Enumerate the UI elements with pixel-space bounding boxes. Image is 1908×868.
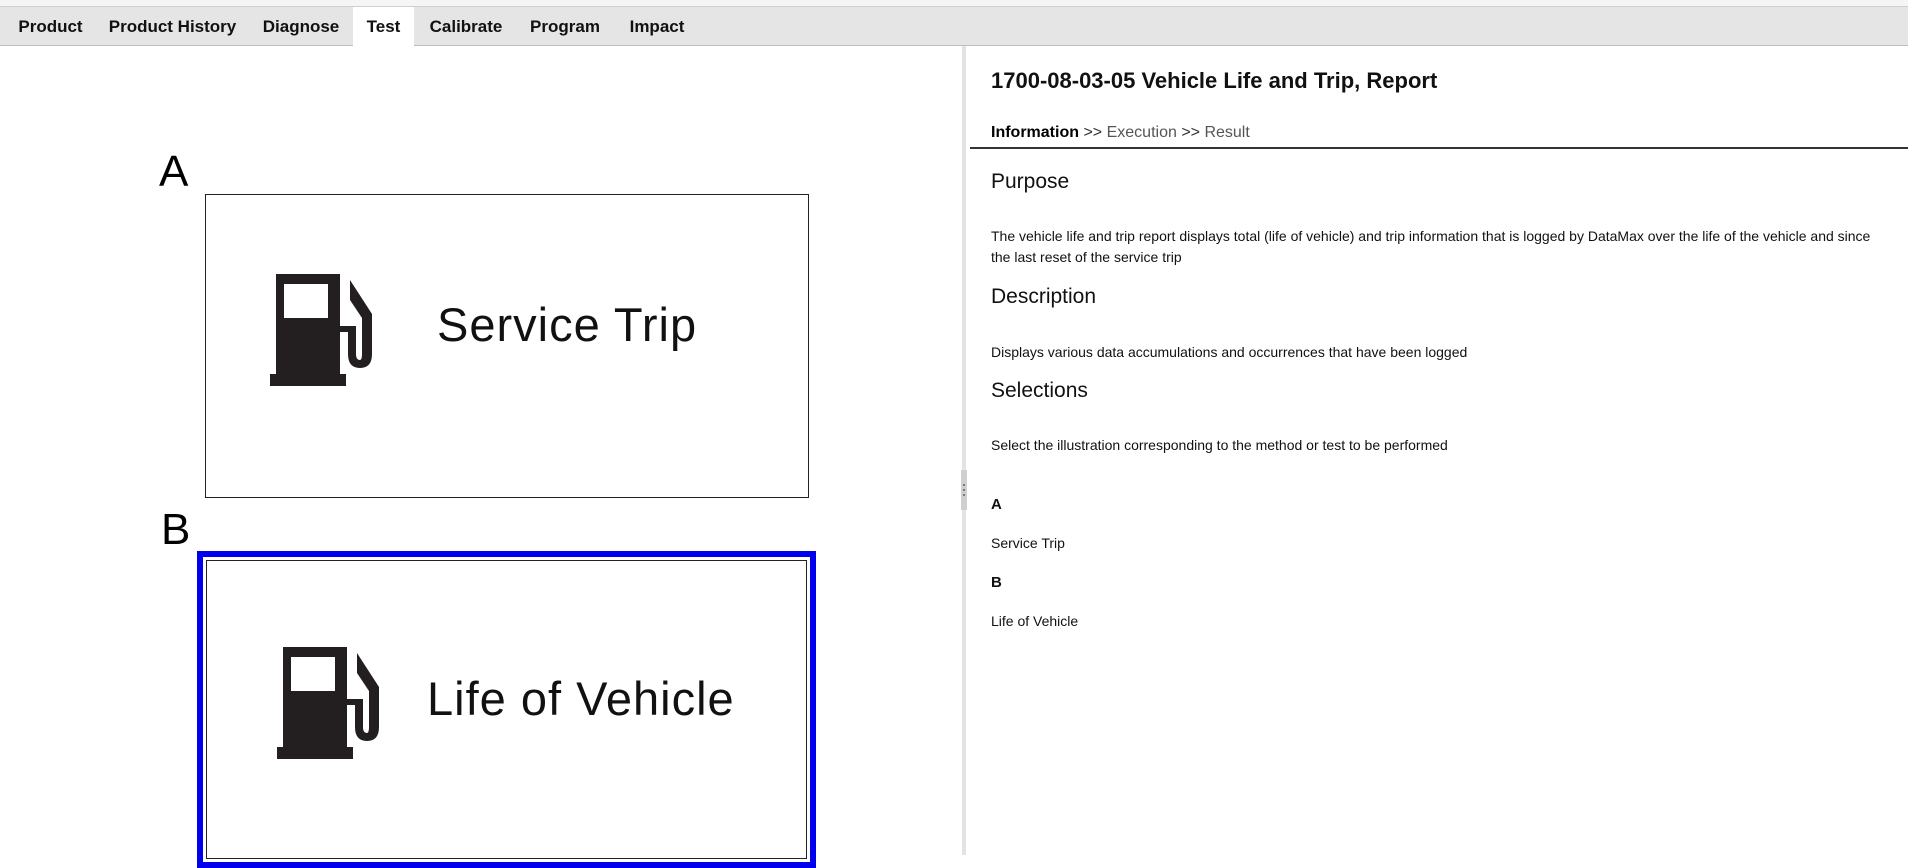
description-text: Displays various data accumulations and … [991,344,1468,360]
description-heading: Description [991,285,1097,308]
life-of-vehicle-option[interactable]: Life of Vehicle [197,551,816,868]
procedure-pane: 1700-08-03-05 Vehicle Life and Trip, Rep… [970,46,1908,855]
fuel-pump-icon [277,647,379,759]
selection-letter-a: A [159,147,189,196]
illustration-pane: A Service Trip B Life of Vehicle [6,46,962,868]
tab-product[interactable]: Product [8,7,93,46]
tab-test[interactable]: Test [353,7,414,47]
selection-item-key-a: A [991,496,1002,513]
life-of-vehicle-label: Life of Vehicle [427,672,735,725]
breadcrumb: Information >> Execution >> Result [991,124,1250,142]
page-title: 1700-08-03-05 Vehicle Life and Trip, Rep… [991,68,1438,93]
tab-impact[interactable]: Impact [615,7,699,46]
life-of-vehicle-card-frame: Life of Vehicle [206,560,807,859]
service-trip-label: Service Trip [437,298,698,351]
tab-calibrate[interactable]: Calibrate [417,7,515,46]
breadcrumb-separator: >> [1181,124,1200,141]
breadcrumb-result[interactable]: Result [1204,124,1249,141]
purpose-heading: Purpose [991,170,1070,193]
splitter-grip-icon[interactable] [961,470,967,510]
fuel-pump-icon [270,274,372,386]
selection-item-value-a: Service Trip [991,535,1065,551]
breadcrumb-execution[interactable]: Execution [1107,124,1177,141]
purpose-text: The vehicle life and trip report display… [991,228,1871,265]
tab-program[interactable]: Program [518,7,612,46]
breadcrumb-divider [970,147,1908,149]
selections-heading: Selections [991,379,1088,402]
selection-letter-b: B [161,505,191,554]
selection-item-value-b: Life of Vehicle [991,613,1079,629]
selections-text: Select the illustration corresponding to… [991,437,1448,453]
main-tab-bar: Product Product History Diagnose Test Ca… [0,6,1908,47]
tab-product-history[interactable]: Product History [96,7,249,46]
service-trip-option[interactable]: Service Trip [205,194,809,498]
tab-diagnose[interactable]: Diagnose [252,7,350,46]
breadcrumb-separator: >> [1083,124,1103,141]
breadcrumb-information[interactable]: Information [991,124,1079,141]
pane-splitter[interactable] [962,46,966,855]
selection-item-key-b: B [991,574,1002,591]
